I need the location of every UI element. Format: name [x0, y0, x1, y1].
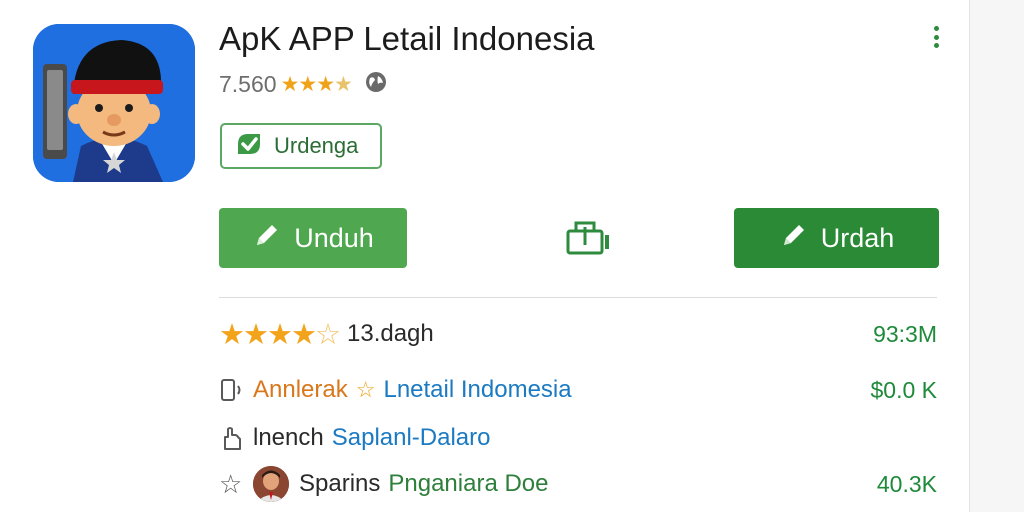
download-button-label: Unduh — [294, 222, 374, 253]
developer-prefix: Annlerak — [253, 376, 348, 403]
phone-icon — [219, 377, 245, 403]
rating-value: 93:3M — [873, 320, 937, 347]
publisher-name[interactable]: Pnganiara Doe — [388, 470, 548, 498]
globe-icon — [364, 70, 388, 99]
app-detail-card: ApK APP Letail Indonesia 7.560 ★★★★ Urde… — [0, 0, 970, 512]
verified-badge[interactable]: Urdenga — [220, 123, 382, 169]
publisher-prefix: Sparins — [299, 470, 381, 497]
publisher-value: 40.3K — [876, 470, 937, 497]
developer-value: $0.0 K — [870, 376, 938, 403]
app-mascot-icon[interactable] — [33, 24, 195, 182]
star-outline-icon: ☆ — [219, 469, 243, 499]
star-rating-icon: ★★★★☆ — [219, 318, 341, 351]
pencil-icon — [779, 220, 809, 257]
pencil-icon — [252, 220, 282, 257]
badge-label: Urdenga — [274, 133, 359, 158]
app-meta-row: 7.560 ★★★★ — [219, 68, 388, 100]
rating-count: 7.560 — [219, 70, 277, 97]
avatar[interactable] — [253, 466, 289, 502]
star-outline-icon: ☆ — [355, 377, 376, 402]
hand-icon — [219, 425, 245, 451]
divider — [219, 297, 937, 298]
star-rating-icon: ★★★★ — [280, 72, 353, 96]
info-row-rating: ★★★★☆ 13.dagh 93:3M — [219, 316, 937, 352]
category-link[interactable]: Saplanl-Dalaro — [332, 424, 491, 452]
download-button[interactable]: Unduh — [219, 208, 407, 268]
app-title: ApK APP Letail Indonesia — [219, 20, 595, 57]
install-button-label: Urdah — [820, 222, 895, 253]
info-row-publisher: ☆ Sparins Pnganiara Doe 40.3K — [219, 466, 937, 502]
developer-link[interactable]: Lnetail Indomesia — [383, 376, 571, 404]
share-icon[interactable] — [564, 217, 612, 257]
install-button[interactable]: Urdah — [734, 208, 939, 268]
more-options-icon[interactable] — [925, 24, 947, 50]
info-row-category: lnench Saplanl-Dalaro — [219, 420, 937, 456]
rating-text: 13.dagh — [347, 320, 434, 347]
info-row-developer: Annlerak ☆ Lnetail Indomesia $0.0 K — [219, 372, 937, 408]
check-icon — [234, 130, 264, 163]
category-prefix: lnench — [253, 424, 324, 451]
